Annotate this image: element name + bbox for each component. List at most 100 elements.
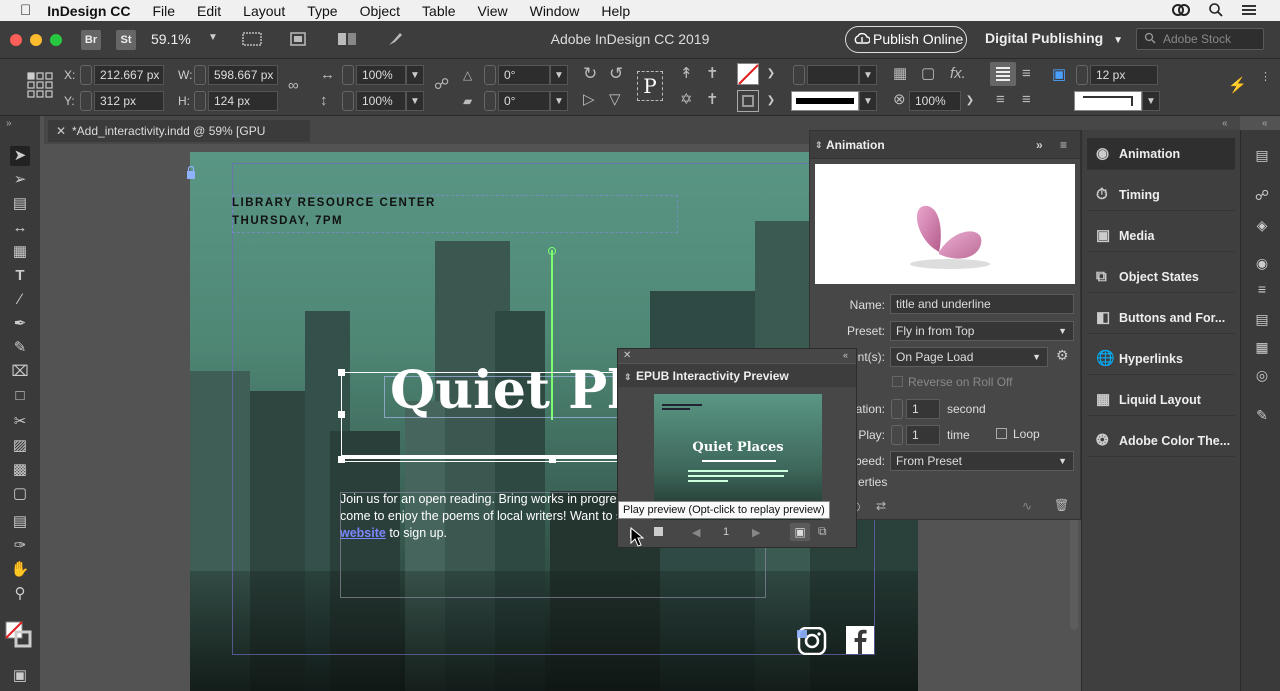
link-scale-icon[interactable]: ☍ [434, 76, 449, 94]
zoom-tool-icon[interactable]: ⚲ [10, 584, 30, 604]
rectangle-frame-tool-icon[interactable]: ⌧ [10, 362, 30, 382]
y-position-field[interactable]: 312 px [94, 91, 164, 111]
justify-icon[interactable]: ≡ [1022, 65, 1031, 83]
maximize-window-button[interactable] [50, 34, 62, 46]
animation-panel-header[interactable]: ⇕ Animation » ≡ [810, 131, 1080, 159]
free-transform-tool-icon[interactable]: ▨ [10, 436, 30, 456]
swatches-icon[interactable]: ◉ [1253, 254, 1271, 272]
scale-x-field[interactable]: 100% [356, 65, 406, 85]
close-panel-icon[interactable]: ✕ [623, 350, 631, 361]
workspace-switcher[interactable]: Digital Publishing ▼ [985, 30, 1123, 46]
play-stepper[interactable] [891, 425, 903, 445]
gradient-feather-tool-icon[interactable]: ▢ [10, 484, 30, 504]
dock-item-liquid-layout[interactable]: ▦ Liquid Layout [1087, 384, 1235, 416]
text-wrap-icon[interactable]: ▦ [893, 65, 907, 83]
event-kicker[interactable]: LIBRARY RESOURCE CENTER THURSDAY, 7PM [232, 194, 436, 230]
pen-tool-icon[interactable]: ✒ [10, 314, 30, 334]
stop-icon[interactable] [654, 527, 663, 536]
adobe-stock-search-input[interactable]: Adobe Stock [1136, 28, 1264, 50]
hand-tool-icon[interactable]: ✋ [10, 560, 30, 580]
stroke-weight-stepper[interactable] [793, 65, 805, 85]
corner-size-field[interactable]: 12 px [1090, 65, 1158, 85]
menu-file[interactable]: File [152, 3, 175, 19]
collapse-iconbar-icon[interactable]: « [1262, 118, 1268, 129]
search-icon[interactable] [1208, 2, 1224, 18]
scale-y-field[interactable]: 100% [356, 91, 406, 111]
duration-stepper[interactable] [891, 399, 903, 419]
creative-cloud-icon[interactable] [1172, 2, 1190, 18]
gradient-panel-icon[interactable]: ✎ [1253, 406, 1271, 424]
collapse-panel-icon[interactable]: « [843, 350, 848, 360]
pencil-tool-icon[interactable]: ✎ [10, 338, 30, 358]
panel-menu-icon[interactable]: ≡ [1060, 131, 1067, 159]
align-distribute-icon[interactable]: ≡ [1022, 91, 1031, 109]
select-content-icon[interactable]: ✡ [680, 91, 693, 109]
selection-tool-icon[interactable]: ➤ [10, 146, 30, 166]
scissors-tool-icon[interactable]: ✂ [10, 412, 30, 432]
instagram-icon[interactable] [797, 627, 829, 655]
dock-item-media[interactable]: ▣ Media [1087, 220, 1235, 252]
close-tab-icon[interactable]: ✕ [56, 120, 66, 142]
collapse-panel-icon[interactable]: » [1036, 131, 1043, 159]
preset-select[interactable]: Fly in from Top ▼ [890, 321, 1074, 341]
stroke-weight-field[interactable] [807, 65, 859, 85]
stroke-type-dropdown[interactable]: ▼ [859, 91, 877, 111]
delete-icon[interactable]: 🗑 [1054, 498, 1069, 512]
line-tool-icon[interactable]: ∕ [10, 290, 30, 310]
selection-handle[interactable] [338, 369, 345, 376]
selection-p-glyph[interactable]: P [637, 71, 663, 101]
play-count-field[interactable]: 1 [906, 425, 940, 445]
rectangle-tool-icon[interactable]: □ [10, 386, 30, 406]
zoom-level[interactable]: 59.1% [151, 31, 191, 47]
x-stepper[interactable] [80, 65, 92, 85]
note-tool-icon[interactable]: ▤ [10, 512, 30, 532]
height-field[interactable]: 124 px [208, 91, 278, 111]
dock-item-object-states[interactable]: ⧉ Object States [1087, 261, 1235, 293]
corner-shape-field[interactable] [1074, 91, 1142, 111]
close-window-button[interactable] [10, 34, 22, 46]
flip-horizontal-icon[interactable]: ▷ [583, 91, 595, 109]
publish-rocket-icon[interactable] [386, 30, 406, 48]
menu-table[interactable]: Table [422, 3, 455, 19]
motion-path-icon[interactable]: ∿ [1022, 499, 1032, 513]
stroke-dropdown[interactable]: ❯ [762, 91, 780, 111]
menu-view[interactable]: View [478, 3, 508, 19]
content-collector-icon[interactable]: ▦ [10, 242, 30, 262]
dock-item-adobe-color-themes[interactable]: ❂ Adobe Color The... [1087, 425, 1235, 457]
w-stepper[interactable] [194, 65, 206, 85]
dock-item-animation[interactable]: ◉ Animation [1087, 138, 1235, 170]
events-select[interactable]: On Page Load ▼ [890, 347, 1048, 367]
apple-icon[interactable]:  [20, 2, 31, 19]
shear-stepper[interactable] [484, 91, 496, 111]
layers-icon[interactable]: ◈ [1253, 216, 1271, 234]
menu-type[interactable]: Type [307, 3, 337, 19]
opacity-dropdown[interactable]: ❯ [961, 91, 979, 111]
constrain-proportions-icon[interactable]: ∞ [288, 77, 299, 95]
zoom-dropdown-icon[interactable]: ▼ [208, 32, 218, 43]
flip-vertical-icon[interactable]: ▽ [609, 91, 621, 109]
frame-edge-icon[interactable]: ▣ [1052, 65, 1066, 83]
stock-button[interactable]: St [116, 30, 136, 50]
select-previous-icon[interactable]: ✝ [706, 65, 719, 83]
menu-object[interactable]: Object [360, 3, 400, 19]
rotate-ccw-icon[interactable]: ↺ [609, 65, 623, 83]
publish-online-button[interactable]: Publish Online [845, 26, 967, 53]
rotate-stepper[interactable] [484, 65, 496, 85]
app-menu[interactable]: InDesign CC [47, 3, 130, 19]
collapse-dock-icon[interactable]: « [1222, 118, 1228, 129]
motion-path-start[interactable] [548, 247, 556, 255]
anchor-lock-icon[interactable] [186, 166, 196, 180]
headline-underline[interactable] [341, 455, 617, 459]
scale-y-dropdown[interactable]: ▼ [406, 91, 424, 111]
notification-list-icon[interactable] [1240, 2, 1258, 18]
quick-apply-icon[interactable]: ⚡ [1228, 77, 1247, 95]
select-next-icon[interactable]: ✝ [706, 91, 719, 109]
opacity-field[interactable]: 100% [909, 91, 961, 111]
y-stepper[interactable] [80, 91, 92, 111]
fill-dropdown[interactable]: ❯ [762, 64, 780, 84]
reverse-checkbox[interactable] [892, 376, 903, 387]
facebook-icon[interactable] [846, 626, 874, 654]
duration-field[interactable]: 1 [906, 399, 940, 419]
eyedropper-tool-icon[interactable]: ✑ [10, 536, 30, 556]
effects-fx-icon[interactable]: fx. [950, 65, 966, 83]
